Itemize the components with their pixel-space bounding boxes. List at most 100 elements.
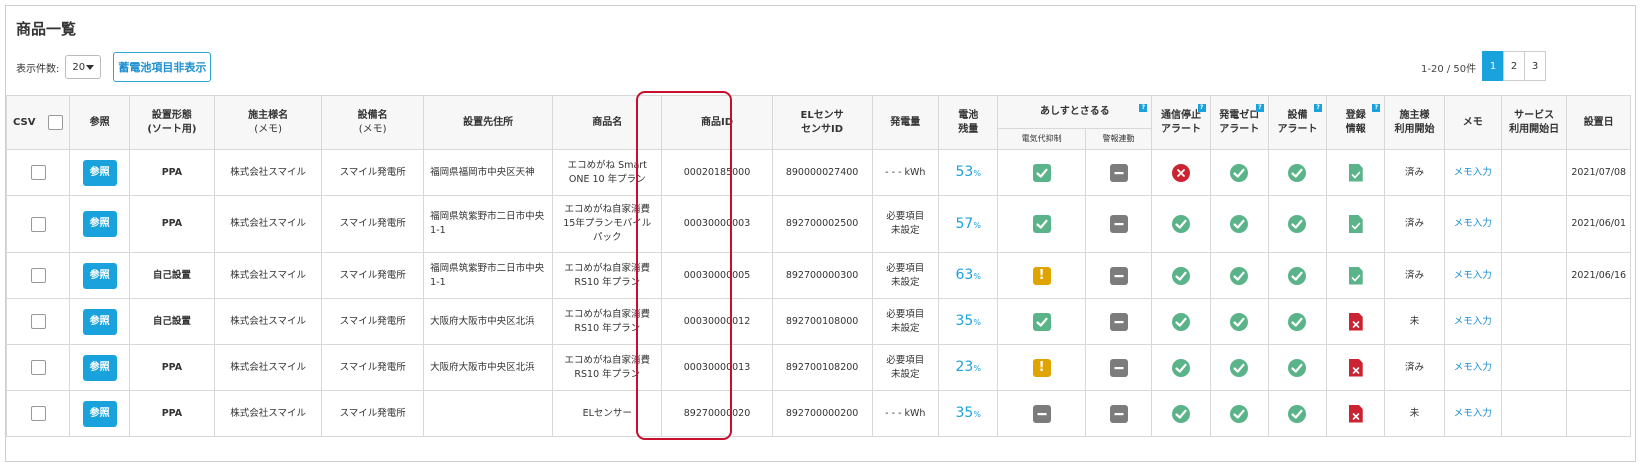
table-row: 参照 PPA 株式会社スマイル スマイル発電所 大阪府大阪市中央区北浜 エコめがね自家消費… bbox=[6, 344, 1631, 391]
install-date-cell bbox=[1566, 344, 1631, 391]
column-header-product-id[interactable]: 商品ID bbox=[661, 95, 773, 150]
address-cell: 福岡県筑紫野市二日市中央1-1 bbox=[423, 252, 554, 299]
alert-ok-icon bbox=[1288, 358, 1307, 377]
column-header-service-start[interactable]: サービス 利用開始日 bbox=[1500, 95, 1568, 150]
battery-level: 53% bbox=[956, 164, 981, 180]
equipment-alert-cell bbox=[1267, 344, 1328, 391]
alert-ok-icon bbox=[1288, 163, 1307, 182]
equipment-cell: スマイル発電所 bbox=[321, 344, 425, 391]
product-name-cell: エコめがね Smart ONE 10 年プラン bbox=[552, 149, 663, 196]
view-button[interactable]: 参照 bbox=[82, 400, 117, 427]
memo-link[interactable]: メモ入力 bbox=[1454, 362, 1492, 373]
comm-alert-cell bbox=[1151, 298, 1211, 345]
memo-cell: メモ入力 bbox=[1443, 298, 1502, 345]
column-header-equipment-alert[interactable]: 設備 アラート? bbox=[1267, 95, 1328, 150]
sensor-id-cell: 892700002500 bbox=[771, 195, 873, 253]
help-icon[interactable]: ? bbox=[1255, 104, 1264, 112]
service-date-cell bbox=[1500, 149, 1568, 196]
owner-start-cell: 済み bbox=[1384, 195, 1445, 253]
column-header-memo[interactable]: メモ bbox=[1443, 95, 1502, 150]
view-button[interactable]: 参照 bbox=[82, 262, 117, 289]
table-row: 参照 PPA 株式会社スマイル スマイル発電所 福岡県福岡市中央区天神 エコめがね Sma… bbox=[6, 149, 1631, 196]
help-icon[interactable]: ? bbox=[1372, 104, 1381, 112]
row-checkbox[interactable] bbox=[30, 165, 46, 180]
row-checkbox[interactable] bbox=[30, 268, 46, 283]
row-checkbox[interactable] bbox=[30, 406, 46, 421]
alert-ok-icon bbox=[1230, 266, 1249, 285]
help-icon[interactable]: ? bbox=[1139, 104, 1148, 112]
memo-link[interactable]: メモ入力 bbox=[1454, 408, 1492, 419]
alert-ok-icon bbox=[1171, 266, 1190, 285]
column-header-generation[interactable]: 発電量 bbox=[871, 95, 940, 150]
help-icon[interactable]: ? bbox=[1197, 104, 1206, 112]
column-header-battery[interactable]: 電池 残量 bbox=[938, 95, 999, 150]
service-date-cell bbox=[1500, 195, 1568, 253]
install-date-cell bbox=[1566, 298, 1631, 345]
column-header-ashisuto: あしすとさるる ? bbox=[997, 95, 1153, 129]
owner-header-line1: 施主様名 bbox=[248, 110, 289, 121]
memo-link[interactable]: メモ入力 bbox=[1454, 167, 1492, 178]
equipment-alert-cell bbox=[1267, 252, 1328, 299]
ashisuto-header-label: あしすとさるる bbox=[1039, 106, 1110, 118]
column-header-equipment[interactable]: 設備名 (メモ) bbox=[321, 95, 425, 150]
suppression-cell bbox=[997, 195, 1086, 253]
column-header-install-date[interactable]: 設置日 bbox=[1566, 95, 1631, 150]
comm-alert-cell bbox=[1151, 344, 1211, 391]
battery-level: 23% bbox=[956, 359, 981, 375]
column-header-product-name[interactable]: 商品名 bbox=[552, 95, 663, 150]
column-header-owner[interactable]: 施主様名 (メモ) bbox=[214, 95, 323, 150]
column-header-owner-start[interactable]: 施主様 利用開始 bbox=[1384, 95, 1445, 150]
select-all-checkbox[interactable] bbox=[48, 115, 64, 130]
status-check-icon bbox=[1032, 163, 1051, 182]
product-id-cell: 00030000013 bbox=[661, 344, 773, 391]
alarm-link-cell bbox=[1084, 344, 1153, 391]
csv-label: CSV bbox=[13, 116, 36, 128]
install-type-cell: PPA bbox=[128, 344, 216, 391]
hide-battery-columns-button[interactable]: 蓄電池項目非表示 bbox=[113, 52, 212, 82]
warning-icon: ! bbox=[1032, 266, 1051, 285]
memo-link[interactable]: メモ入力 bbox=[1454, 270, 1492, 281]
equipment-alert-cell bbox=[1267, 149, 1328, 196]
page-size-select[interactable]: 20 bbox=[65, 55, 102, 79]
status-disabled-icon bbox=[1109, 404, 1128, 423]
view-button[interactable]: 参照 bbox=[82, 211, 117, 237]
status-check-icon bbox=[1032, 312, 1051, 331]
page-button-1[interactable]: 1 bbox=[1482, 51, 1504, 81]
table-body: 参照 PPA 株式会社スマイル スマイル発電所 福岡県福岡市中央区天神 エコめがね Sma… bbox=[6, 149, 1631, 437]
view-button[interactable]: 参照 bbox=[82, 354, 117, 381]
column-header-el-sensor[interactable]: ELセンサ センサID bbox=[771, 95, 873, 150]
sensor-id-cell: 892700108200 bbox=[771, 344, 873, 391]
equipment-cell: スマイル発電所 bbox=[321, 149, 425, 196]
battery-header-line1: 電池 bbox=[958, 110, 979, 121]
battery-header-line2: 残量 bbox=[958, 123, 979, 135]
battery-value: 35 bbox=[955, 405, 974, 422]
battery-cell: 35% bbox=[938, 298, 999, 345]
memo-link[interactable]: メモ入力 bbox=[1454, 218, 1492, 229]
column-header-registration[interactable]: 登録 情報? bbox=[1326, 95, 1386, 150]
row-checkbox[interactable] bbox=[30, 216, 46, 232]
battery-value: 35 bbox=[955, 313, 974, 330]
view-button[interactable]: 参照 bbox=[82, 308, 117, 335]
el-header-line1: ELセンサ bbox=[800, 110, 844, 121]
column-header-address[interactable]: 設置先住所 bbox=[423, 95, 554, 150]
registration-cell bbox=[1326, 149, 1386, 196]
page-button-3[interactable]: 3 bbox=[1524, 51, 1546, 81]
column-header-install-type[interactable]: 設置形態 (ソート用) bbox=[128, 95, 216, 150]
battery-level: 35% bbox=[956, 313, 981, 329]
product-name-cell: エコめがね自家消費15年プランモバイル パック bbox=[552, 195, 663, 253]
column-header-comm-alert[interactable]: 通信停止 アラート? bbox=[1151, 95, 1211, 150]
status-disabled-icon bbox=[1109, 358, 1128, 377]
row-checkbox[interactable] bbox=[30, 360, 46, 375]
ref-cell: 参照 bbox=[69, 344, 130, 391]
comm-alert-cell bbox=[1151, 252, 1211, 299]
row-checkbox[interactable] bbox=[30, 314, 46, 329]
column-header-zero-alert[interactable]: 発電ゼロ アラート? bbox=[1209, 95, 1269, 150]
memo-link[interactable]: メモ入力 bbox=[1454, 316, 1492, 327]
column-header-ref: 参照 bbox=[69, 95, 130, 150]
help-icon[interactable]: ? bbox=[1314, 104, 1323, 112]
sensor-id-cell: 892700000200 bbox=[771, 390, 873, 437]
equip-alert-header-line2: アラート bbox=[1277, 123, 1318, 135]
battery-unit: % bbox=[973, 410, 981, 420]
page-button-2[interactable]: 2 bbox=[1503, 51, 1525, 81]
view-button[interactable]: 参照 bbox=[82, 159, 117, 186]
